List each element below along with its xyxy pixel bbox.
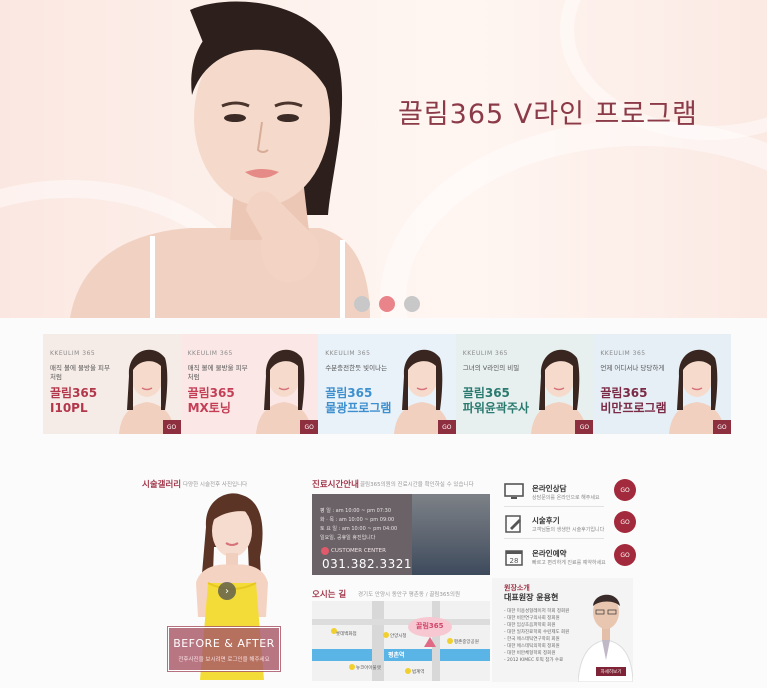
card-go-button[interactable]: GO <box>437 420 456 434</box>
before-after-title: BEFORE & AFTER <box>173 637 275 650</box>
service-online-consult[interactable]: 온라인상담 상담문의를 온라인으로 해주세요 GO <box>504 479 636 509</box>
program-card[interactable]: KKEULIM 365 매직 볼에 물방울 피부처럼끌림365 I10PL GO <box>43 334 181 434</box>
card-go-button[interactable]: GO <box>300 420 319 434</box>
divider <box>504 506 604 507</box>
customer-center-label: CUSTOMER CENTER <box>331 548 386 554</box>
hours-line-2: 화 · 목 : am 10:00 ~ pm 09:00 <box>320 517 395 523</box>
card-go-button[interactable]: GO <box>162 420 181 434</box>
card-go-button[interactable]: GO <box>575 420 594 434</box>
service-online-booking[interactable]: 28 온라인예약 빠르고 편리하게 진료를 예약하세요 GO <box>504 544 636 574</box>
slide-indicator <box>354 296 420 312</box>
card-program-name: 끌림365 물광프로그램 <box>325 386 392 415</box>
card-go-button[interactable]: GO <box>712 420 731 434</box>
card-program-name: 끌림365 비만프로그램 <box>600 386 667 415</box>
customer-center-phone[interactable]: 031.382.3321 <box>322 557 412 571</box>
hours-line-4: 일요일, 공휴일 휴진입니다 <box>320 535 376 541</box>
hero-banner[interactable]: 끌림365 V라인 프로그램 <box>0 0 767 318</box>
hours-line-1: 평 일 : am 10:00 ~ pm 07:30 <box>320 508 391 514</box>
director-more-button[interactable]: 자세히보기 <box>596 667 626 676</box>
card-program-name: 끌림365 MX토닝 <box>187 386 235 415</box>
clinic-interior-image <box>412 494 490 575</box>
service-go-button[interactable]: GO <box>614 511 636 533</box>
director-career-item: - 대한 임상초음파학회 회원 <box>504 623 556 628</box>
hours-line-3: 토 요 일 : am 10:00 ~ pm 04:00 <box>320 526 398 532</box>
card-subtitle: 언제 어디서나 당당하게 <box>600 364 665 372</box>
card-subtitle: 그녀의 V라인의 비밀 <box>462 364 520 372</box>
card-brand: KKEULIM 365 <box>325 350 371 357</box>
program-card[interactable]: KKEULIM 365 매직 볼에 물방울 피부처럼끌림365 MX토닝 GO <box>180 334 319 434</box>
page: 끌림365 V라인 프로그램 KKEULIM 365 매직 볼에 물방울 피부처럼… <box>0 0 767 688</box>
calendar-day: 28 <box>510 557 519 565</box>
map-label-cityhall: 안양시청 <box>390 634 407 639</box>
slide-dot-3[interactable] <box>404 296 420 312</box>
slide-dot-2[interactable] <box>379 296 395 312</box>
program-cards: KKEULIM 365 매직 볼에 물방울 피부처럼 끌림365 I10PL GO KK… <box>43 334 731 434</box>
map-label-station2: 범계역 <box>412 670 425 675</box>
service-go-button[interactable]: GO <box>614 479 636 501</box>
director-career-item: - 대한 미용성형레이저 학회 정회원 <box>504 609 570 614</box>
slide-dot-1[interactable] <box>354 296 370 312</box>
directions-title: 오시는 길 <box>312 590 347 600</box>
director-career-item: - 대한 비만연구의사회 정회원 <box>504 616 560 621</box>
program-card[interactable]: KKEULIM 365 그녀의 V라인의 비밀끌림365 파워윤곽주사 GO <box>455 334 594 434</box>
program-card[interactable]: KKEULIM 365 수분충전한듯 빛이나는끌림365 물광프로그램 GO <box>318 334 456 434</box>
service-desc: 빠르고 편리하게 진료를 예약하세요 <box>532 560 606 566</box>
hero-title: 끌림365 V라인 프로그램 <box>398 99 698 130</box>
card-program-name: 끌림365 파워윤곽주사 <box>462 386 530 415</box>
director-panel: 원장소개 대표원장 윤용현 - 대한 미용성형레이저 학회 정회원 - 대한 비… <box>492 578 633 682</box>
card-subtitle: 수분충전한듯 빛이나는 <box>325 364 388 372</box>
hours-panel: 평 일 : am 10:00 ~ pm 07:30 화 · 목 : am 10:… <box>312 494 490 575</box>
card-brand: KKEULIM 365 <box>462 350 508 357</box>
location-map[interactable]: 끌림365 평촌역 안양시청 롯데백화점 평촌중앙공원 뉴코아아울렛 범계역 <box>312 601 490 681</box>
phone-icon <box>321 547 329 555</box>
map-label-station: 평촌역 <box>388 652 405 659</box>
map-logo: 끌림365 <box>416 622 444 630</box>
gallery-next-arrow-icon[interactable]: › <box>218 582 236 600</box>
director-career-item: - 한국 에스테틱연구학회 회원 <box>504 637 560 642</box>
card-subtitle: 매직 볼에 물방울 피부처럼 <box>50 364 111 381</box>
hero-model-image <box>70 1 370 318</box>
director-name: 대표원장 윤용현 <box>504 593 559 602</box>
card-brand: KKEULIM 365 <box>50 350 96 357</box>
director-career-item: - 대한 일차진료학회 수련제도 회원 <box>504 630 570 635</box>
service-title: 온라인예약 <box>532 549 567 558</box>
service-desc: 상담문의를 온라인으로 해주세요 <box>532 495 600 501</box>
before-after-subtitle: 전후사진을 보시려면 로그인을 해주세요 <box>178 657 270 663</box>
director-career-item: - 대한 에스테틱의학회 정회원 <box>504 644 560 649</box>
service-title: 시술후기 <box>532 516 560 525</box>
service-reviews[interactable]: 시술후기 고객님들의 생생한 시술후기입니다 GO <box>504 511 636 541</box>
monitor-icon <box>504 483 524 499</box>
card-subtitle: 매직 볼에 물방울 피부처럼 <box>187 364 248 381</box>
program-card[interactable]: KKEULIM 365 언제 어디서나 당당하게끌림365 비만프로그램 GO <box>593 334 731 434</box>
hours-title: 진료시간안내 <box>312 480 359 490</box>
calendar-icon: 28 <box>505 550 523 566</box>
hours-subtitle: 끌림365의원의 진료시간을 확인하실 수 있습니다 <box>360 482 474 488</box>
card-brand: KKEULIM 365 <box>187 350 233 357</box>
director-career-item: - 대한 비만체형학회 정회원 <box>504 651 556 656</box>
directions-subtitle: 경기도 안양시 동안구 평촌동 / 끌림365의원 <box>358 592 461 598</box>
map-label-outlet: 뉴코아아울렛 <box>356 666 381 671</box>
card-program-name: 끌림365 I10PL <box>50 386 98 415</box>
card-brand: KKEULIM 365 <box>600 350 646 357</box>
pencil-note-icon <box>505 515 521 533</box>
service-title: 온라인상담 <box>532 484 567 493</box>
divider <box>504 538 604 539</box>
director-career-item: - 2012 KIMEC 토픽 참가 수료 <box>504 658 564 663</box>
service-desc: 고객님들의 생생한 시술후기입니다 <box>532 527 605 533</box>
before-after-button[interactable]: BEFORE & AFTER 전후사진을 보시려면 로그인을 해주세요 <box>167 626 281 672</box>
service-go-button[interactable]: GO <box>614 544 636 566</box>
map-label-park: 평촌중앙공원 <box>454 640 479 645</box>
map-label-dept: 롯데백화점 <box>336 632 357 637</box>
